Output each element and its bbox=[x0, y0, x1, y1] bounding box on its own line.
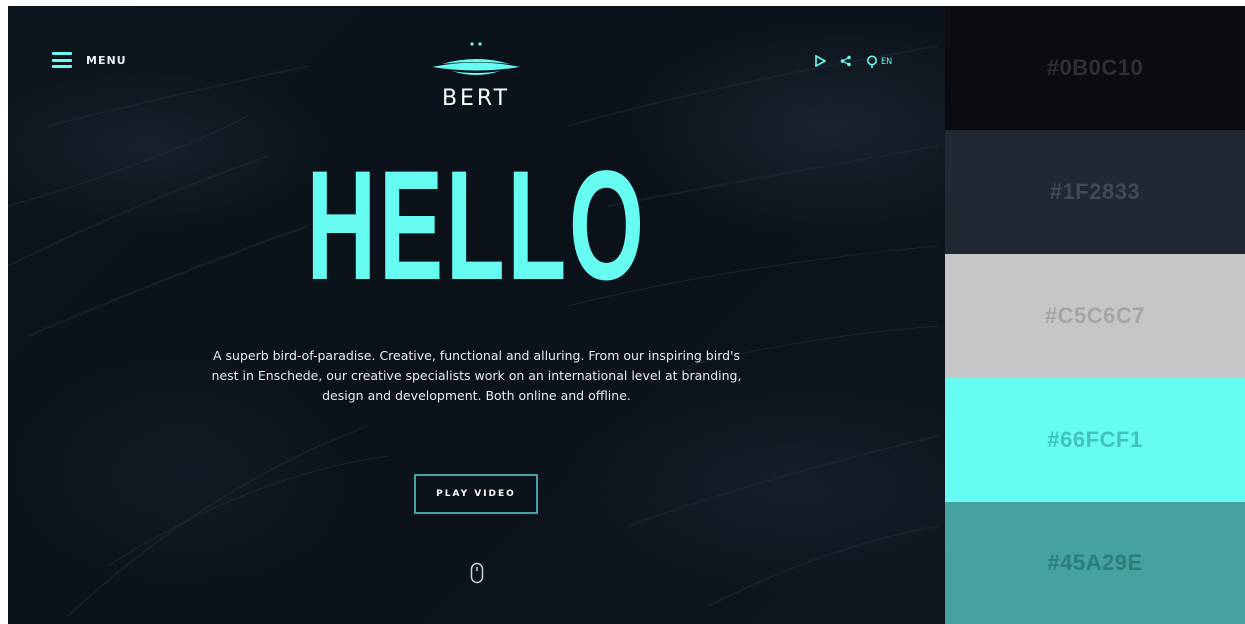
swatch-hex-label: #C5C6C7 bbox=[1044, 303, 1146, 328]
language-icon bbox=[867, 55, 877, 68]
language-selector[interactable]: EN bbox=[866, 55, 892, 69]
brand-name: BERT bbox=[441, 86, 511, 111]
hero-section: MENU BERT EN HELLO A superb bird-of-para… bbox=[8, 6, 945, 624]
screenshot-frame: MENU BERT EN HELLO A superb bird-of-para… bbox=[0, 0, 1245, 624]
brand-logo[interactable]: BERT bbox=[430, 40, 522, 111]
color-swatch: #66FCF1 bbox=[945, 378, 1245, 502]
play-icon[interactable] bbox=[814, 52, 827, 71]
hero-description: A superb bird-of-paradise. Creative, fun… bbox=[211, 348, 742, 403]
share-icon[interactable] bbox=[840, 52, 852, 71]
color-swatch: #1F2833 bbox=[945, 130, 1245, 254]
swatch-hex-label: #66FCF1 bbox=[1047, 427, 1143, 452]
hero-headline: HELLO bbox=[306, 139, 647, 313]
color-swatch: #0B0C10 bbox=[945, 6, 1245, 130]
color-swatch: #C5C6C7 bbox=[945, 254, 1245, 378]
swatch-hex-label: #45A29E bbox=[1047, 550, 1143, 575]
color-swatch: #45A29E bbox=[945, 502, 1245, 624]
bird-logo-icon bbox=[432, 42, 520, 75]
menu-button[interactable]: MENU bbox=[52, 52, 127, 68]
language-label: EN bbox=[881, 56, 893, 67]
top-right-controls: EN bbox=[814, 52, 892, 71]
swatch-hex-label: #1F2833 bbox=[1049, 179, 1141, 204]
menu-label: MENU bbox=[86, 53, 127, 67]
play-video-button[interactable]: PLAY VIDEO bbox=[414, 474, 538, 514]
mouse-scroll-icon bbox=[470, 562, 484, 584]
menu-icon bbox=[52, 52, 72, 68]
swatch-hex-label: #0B0C10 bbox=[1046, 55, 1144, 80]
